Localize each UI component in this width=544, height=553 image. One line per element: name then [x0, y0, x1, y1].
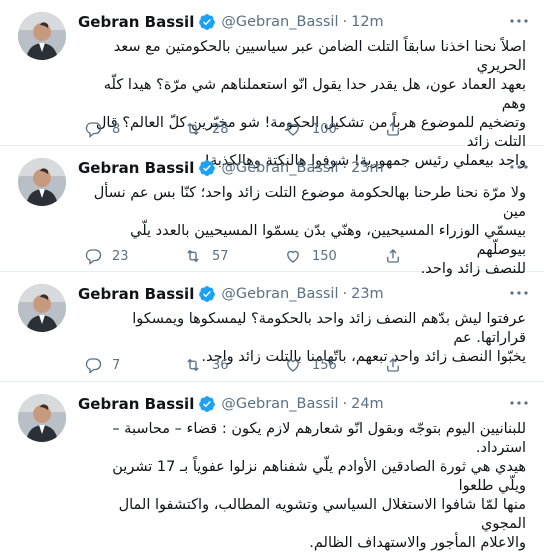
reply-button[interactable]: 7 — [84, 356, 184, 374]
reply-icon — [85, 249, 102, 265]
more-options-icon[interactable] — [508, 396, 530, 410]
retweet-count: 36 — [212, 357, 229, 373]
like-icon — [287, 359, 299, 372]
more-options-icon[interactable] — [508, 286, 530, 300]
retweet-icon — [187, 249, 199, 263]
separator-dot: · — [342, 396, 348, 412]
timestamp[interactable]: 23m — [351, 286, 384, 302]
avatar[interactable] — [18, 12, 66, 60]
author-handle[interactable]: @Gebran_Bassil — [221, 286, 338, 302]
retweet-count: 28 — [212, 121, 229, 137]
like-icon — [287, 123, 299, 136]
reply-icon — [85, 358, 102, 374]
timestamp[interactable]: 12m — [351, 14, 384, 30]
like-button[interactable]: 100 — [284, 120, 384, 138]
tweet-actions: 8 28 100 — [84, 119, 484, 139]
author-name[interactable]: Gebran Bassil — [78, 285, 194, 303]
share-button[interactable] — [384, 356, 484, 374]
reply-count: 8 — [112, 121, 121, 137]
tweet-2[interactable]: Gebran Bassil @Gebran_Bassil · 23m ولا م… — [0, 146, 544, 277]
tweet-header: Gebran Bassil @Gebran_Bassil · 12m — [78, 11, 508, 33]
avatar[interactable] — [18, 158, 66, 206]
share-icon — [387, 249, 399, 263]
author-name[interactable]: Gebran Bassil — [78, 13, 194, 31]
retweet-button[interactable]: 57 — [184, 247, 284, 265]
verified-badge-icon — [198, 13, 216, 31]
share-icon — [387, 358, 399, 372]
separator-dot: · — [342, 286, 348, 302]
tweet-header: Gebran Bassil @Gebran_Bassil · 24m — [78, 393, 508, 415]
more-options-icon[interactable] — [508, 160, 530, 174]
tweet-actions: 7 36 156 — [84, 355, 484, 375]
share-button[interactable] — [384, 247, 484, 265]
like-count: 100 — [312, 121, 337, 137]
verified-badge-icon — [198, 395, 216, 413]
separator-dot: · — [342, 14, 348, 30]
separator-dot: · — [342, 160, 348, 176]
like-icon — [287, 250, 299, 263]
tweet-text: للبنانيين اليوم بتوجّه وبقول انّو شعارهم… — [112, 421, 526, 551]
retweet-icon — [187, 122, 199, 136]
author-handle[interactable]: @Gebran_Bassil — [221, 160, 338, 176]
retweet-button[interactable]: 36 — [184, 356, 284, 374]
share-icon — [387, 122, 399, 136]
reply-count: 23 — [112, 248, 129, 264]
tweet-header: Gebran Bassil @Gebran_Bassil · 23m — [78, 157, 508, 179]
reply-icon — [85, 122, 102, 138]
tweet-actions: 23 57 150 — [84, 246, 484, 266]
share-button[interactable] — [384, 120, 484, 138]
like-button[interactable]: 156 — [284, 356, 384, 374]
tweet-3[interactable]: Gebran Bassil @Gebran_Bassil · 23m عرفتو… — [0, 272, 544, 382]
author-handle[interactable]: @Gebran_Bassil — [221, 396, 338, 412]
like-count: 150 — [312, 248, 337, 264]
avatar[interactable] — [18, 394, 66, 442]
retweet-icon — [187, 358, 199, 372]
like-count: 156 — [312, 357, 337, 373]
reply-count: 7 — [112, 357, 121, 373]
author-name[interactable]: Gebran Bassil — [78, 395, 194, 413]
author-name[interactable]: Gebran Bassil — [78, 159, 194, 177]
verified-badge-icon — [198, 159, 216, 177]
like-button[interactable]: 150 — [284, 247, 384, 265]
retweet-count: 57 — [212, 248, 229, 264]
timestamp[interactable]: 24m — [351, 396, 384, 412]
verified-badge-icon — [198, 285, 216, 303]
retweet-button[interactable]: 28 — [184, 120, 284, 138]
author-handle[interactable]: @Gebran_Bassil — [221, 14, 338, 30]
reply-button[interactable]: 8 — [84, 120, 184, 138]
avatar[interactable] — [18, 284, 66, 332]
tweet-feed: Gebran Bassil @Gebran_Bassil · 12m اصلاً… — [0, 0, 544, 551]
timestamp[interactable]: 23m — [351, 160, 384, 176]
tweet-header: Gebran Bassil @Gebran_Bassil · 23m — [78, 283, 508, 305]
more-options-icon[interactable] — [508, 14, 530, 28]
reply-button[interactable]: 23 — [84, 247, 184, 265]
tweet-1[interactable]: Gebran Bassil @Gebran_Bassil · 12m اصلاً… — [0, 0, 544, 169]
tweet-4[interactable]: Gebran Bassil @Gebran_Bassil · 24m للبنا… — [0, 382, 544, 551]
